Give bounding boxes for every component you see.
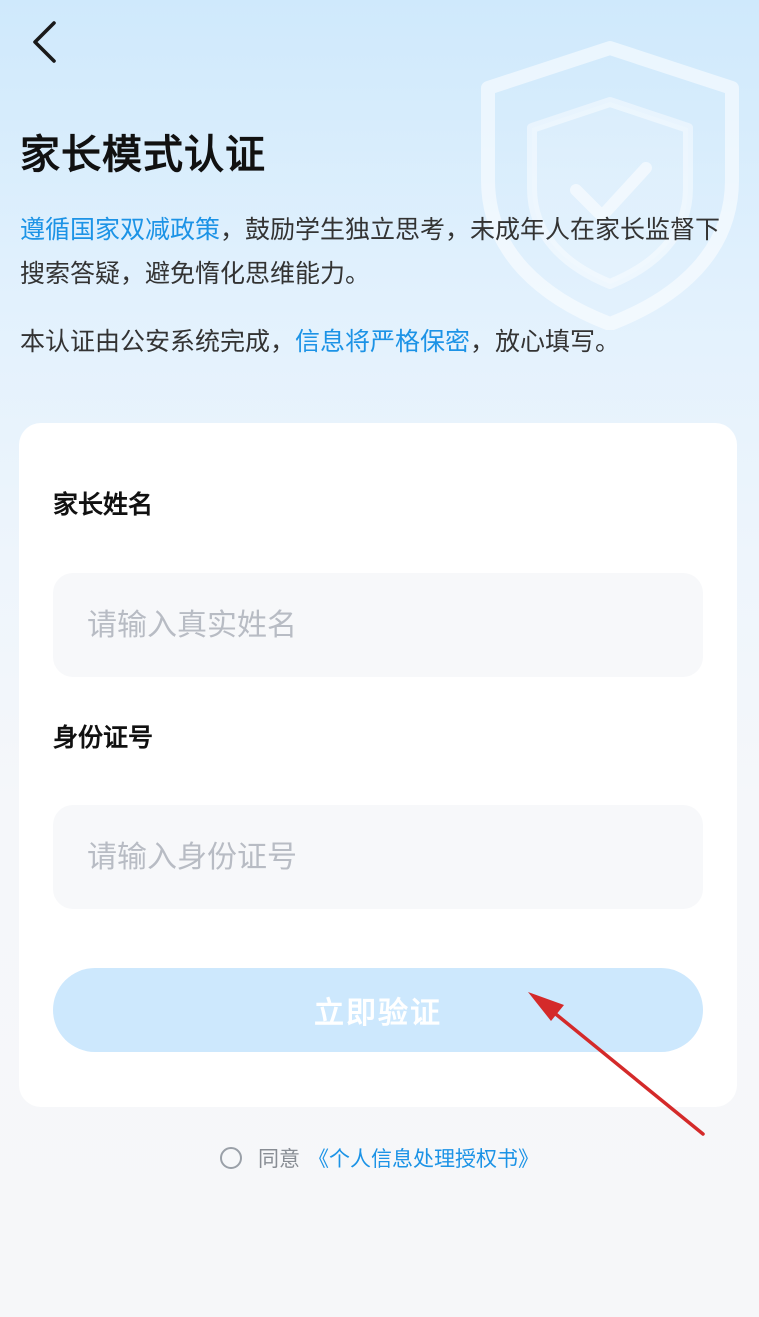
privacy-text-suffix: ，放心填写。 xyxy=(470,327,621,356)
id-number-input[interactable] xyxy=(53,805,703,909)
verify-now-button[interactable]: 立即验证 xyxy=(53,968,703,1052)
agreement-row: 同意 《个人信息处理授权书》 xyxy=(0,1142,759,1174)
policy-link[interactable]: 遵循国家双减政策 xyxy=(20,215,220,244)
chevron-left-icon xyxy=(33,21,56,63)
agreement-prefix: 同意 xyxy=(258,1147,300,1171)
privacy-paragraph: 本认证由公安系统完成，信息将严格保密，放心填写。 xyxy=(20,320,740,364)
parent-name-label: 家长姓名 xyxy=(53,490,154,519)
parent-name-input[interactable] xyxy=(53,573,703,677)
authorization-link[interactable]: 《个人信息处理授权书》 xyxy=(308,1143,539,1173)
intro-paragraph: 遵循国家双减政策，鼓励学生独立思考，未成年人在家长监督下搜索答疑，避免惰化思维能… xyxy=(20,208,740,296)
privacy-link[interactable]: 信息将严格保密 xyxy=(295,327,470,356)
id-number-label: 身份证号 xyxy=(53,723,154,752)
page-title: 家长模式认证 xyxy=(20,132,266,178)
agreement-checkbox[interactable] xyxy=(220,1147,242,1169)
privacy-text-prefix: 本认证由公安系统完成， xyxy=(20,327,296,356)
verification-form-card: 家长姓名 身份证号 立即验证 xyxy=(19,423,737,1107)
back-button[interactable] xyxy=(22,16,66,68)
